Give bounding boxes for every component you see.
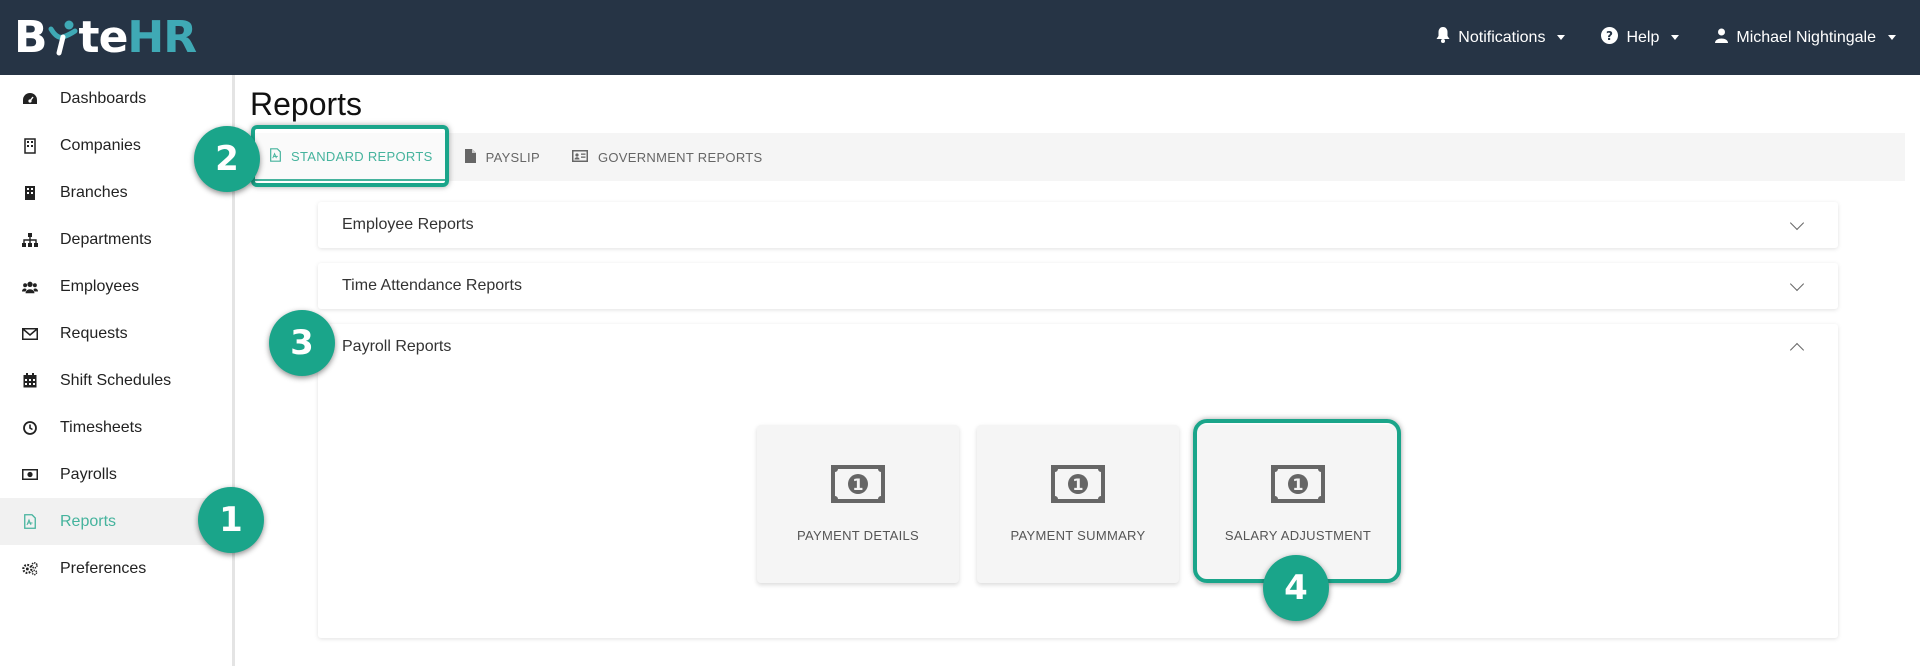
money-bill-icon bbox=[22, 467, 38, 483]
file-icon bbox=[464, 148, 476, 166]
sidebar-item-shift-schedules[interactable]: Shift Schedules bbox=[0, 357, 232, 404]
step-badge-4: 4 bbox=[1263, 555, 1329, 621]
chevron-down-icon bbox=[1789, 276, 1805, 292]
svg-text:?: ? bbox=[1606, 29, 1613, 43]
page-title: Reports bbox=[250, 86, 363, 122]
dashboard-icon bbox=[22, 91, 38, 107]
step-badge-2: 2 bbox=[194, 126, 260, 192]
users-icon bbox=[22, 279, 38, 295]
step-badge-1: 1 bbox=[198, 487, 264, 553]
caret-down-icon bbox=[1888, 35, 1896, 40]
tab-government-reports[interactable]: GOVERNMENT REPORTS bbox=[556, 133, 779, 181]
sidebar-item-dashboards[interactable]: Dashboards bbox=[0, 75, 232, 122]
notifications-menu[interactable]: Notifications bbox=[1436, 27, 1566, 48]
svg-text:1: 1 bbox=[1072, 475, 1083, 494]
file-pdf-icon bbox=[22, 514, 38, 530]
user-icon bbox=[1715, 28, 1729, 48]
standard-reports-highlight bbox=[251, 125, 449, 187]
payroll-reports-header[interactable]: Payroll Reports bbox=[318, 324, 1838, 370]
bell-icon bbox=[1436, 27, 1450, 48]
step-badge-3: 3 bbox=[269, 310, 335, 376]
sidebar-item-requests[interactable]: Requests bbox=[0, 310, 232, 357]
money-bill-icon: 1 bbox=[1051, 465, 1105, 508]
sidebar-item-payrolls[interactable]: Payrolls bbox=[0, 451, 232, 498]
question-circle-icon: ? bbox=[1601, 26, 1619, 49]
sidebar-item-departments[interactable]: Departments bbox=[0, 216, 232, 263]
logo-figure-icon bbox=[47, 15, 79, 59]
cogs-icon bbox=[22, 561, 38, 577]
time-attendance-reports-panel: Time Attendance Reports bbox=[318, 263, 1838, 309]
sidebar-item-employees[interactable]: Employees bbox=[0, 263, 232, 310]
id-card-icon bbox=[571, 149, 588, 165]
time-attendance-reports-header[interactable]: Time Attendance Reports bbox=[318, 263, 1838, 309]
bytehr-logo[interactable]: B te HR bbox=[14, 12, 197, 63]
employee-reports-panel: Employee Reports bbox=[318, 202, 1838, 248]
sidebar-item-branches[interactable]: Branches bbox=[0, 169, 232, 216]
sidebar-item-preferences[interactable]: Preferences bbox=[0, 545, 232, 592]
employee-reports-header[interactable]: Employee Reports bbox=[318, 202, 1838, 248]
building-icon bbox=[22, 137, 38, 154]
money-bill-icon: 1 bbox=[831, 465, 885, 508]
top-navbar: B te HR Notifications ? Help Michael Nig… bbox=[0, 0, 1920, 75]
sitemap-icon bbox=[22, 232, 38, 248]
sidebar-item-timesheets[interactable]: Timesheets bbox=[0, 404, 232, 451]
svg-text:1: 1 bbox=[852, 475, 863, 494]
branch-building-icon bbox=[22, 185, 38, 201]
chevron-up-icon bbox=[1789, 342, 1805, 358]
caret-down-icon bbox=[1671, 35, 1680, 40]
caret-down-icon bbox=[1557, 35, 1566, 40]
clock-icon bbox=[22, 420, 38, 436]
chevron-down-icon bbox=[1789, 215, 1805, 231]
calendar-icon bbox=[22, 373, 38, 389]
tab-payslip[interactable]: PAYSLIP bbox=[449, 133, 556, 181]
envelope-icon bbox=[22, 326, 38, 342]
payment-summary-card[interactable]: 1 PAYMENT SUMMARY bbox=[977, 425, 1179, 583]
payment-details-card[interactable]: 1 PAYMENT DETAILS bbox=[757, 425, 959, 583]
report-tabs: STANDARD REPORTS PAYSLIP GOVERNMENT REPO… bbox=[250, 133, 1905, 181]
user-menu[interactable]: Michael Nightingale bbox=[1715, 28, 1896, 48]
help-menu[interactable]: ? Help bbox=[1601, 26, 1680, 49]
